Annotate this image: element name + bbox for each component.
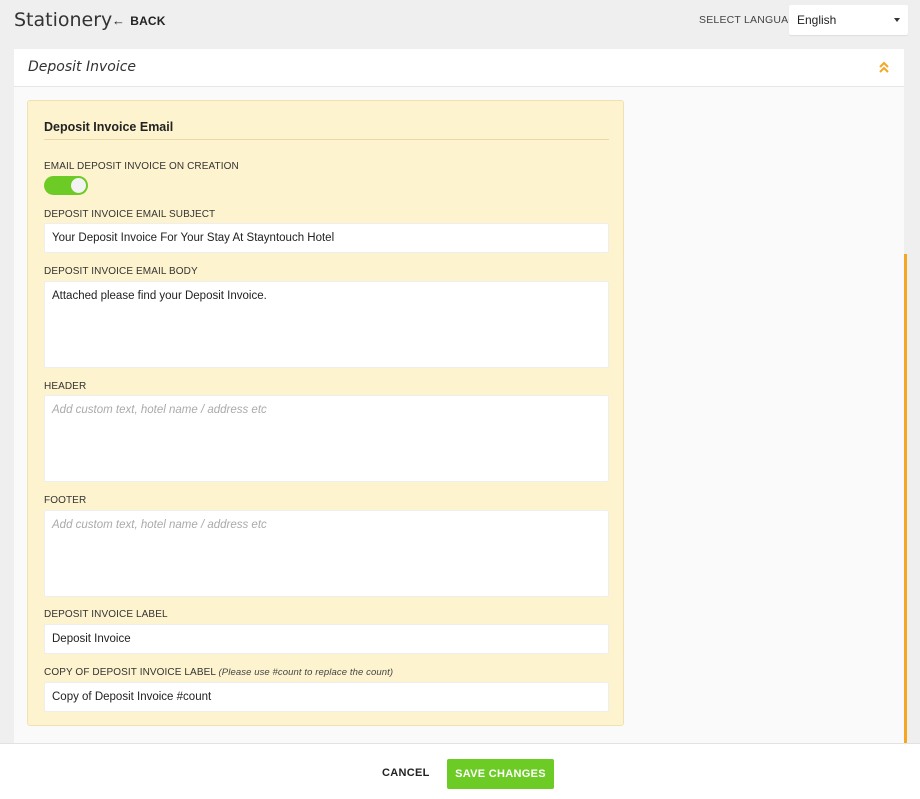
toggle-knob — [71, 178, 86, 193]
footer-textarea[interactable]: Add custom text, hotel name / address et… — [44, 510, 609, 597]
save-changes-button[interactable]: SAVE CHANGES — [447, 759, 554, 789]
email-on-creation-label: EMAIL DEPOSIT INVOICE ON CREATION — [44, 161, 239, 172]
arrow-left-icon: ← — [112, 13, 126, 28]
footer-bar: CANCEL SAVE CHANGES — [0, 743, 920, 799]
scrollbar[interactable] — [904, 254, 907, 743]
email-on-creation-toggle[interactable] — [44, 176, 88, 195]
header-label: HEADER — [44, 381, 87, 392]
back-label: BACK — [130, 14, 166, 28]
email-subject-label: DEPOSIT INVOICE EMAIL SUBJECT — [44, 209, 216, 220]
copy-label-hint: (Please use #count to replace the count) — [218, 667, 394, 678]
language-select[interactable]: English — [789, 5, 908, 35]
divider — [44, 139, 609, 140]
invoice-label-label: DEPOSIT INVOICE LABEL — [44, 609, 168, 620]
section-title: Deposit Invoice — [28, 59, 137, 75]
header-textarea[interactable]: Add custom text, hotel name / address et… — [44, 395, 609, 482]
section-header[interactable]: Deposit Invoice — [14, 49, 904, 87]
back-button[interactable]: ← BACK — [112, 14, 166, 28]
footer-label: FOOTER — [44, 495, 87, 506]
copy-label-input[interactable]: Copy of Deposit Invoice #count — [44, 682, 609, 712]
card-title: Deposit Invoice Email — [44, 120, 174, 134]
caret-down-icon — [894, 18, 900, 22]
double-chevron-up-icon[interactable] — [878, 61, 890, 73]
top-bar: Stationery ← BACK SELECT LANGUAGE Englis… — [0, 0, 920, 42]
language-value: English — [797, 13, 837, 27]
main-panel: Deposit Invoice Deposit Invoice Email EM… — [14, 49, 904, 743]
copy-label-text: COPY OF DEPOSIT INVOICE LABEL — [44, 667, 216, 678]
copy-label-label: COPY OF DEPOSIT INVOICE LABEL (Please us… — [44, 667, 393, 678]
page-title: Stationery — [14, 9, 113, 31]
email-body-label: DEPOSIT INVOICE EMAIL BODY — [44, 266, 198, 277]
email-subject-input[interactable]: Your Deposit Invoice For Your Stay At St… — [44, 223, 609, 253]
email-body-textarea[interactable]: Attached please find your Deposit Invoic… — [44, 281, 609, 368]
cancel-button[interactable]: CANCEL — [382, 767, 430, 779]
invoice-label-input[interactable]: Deposit Invoice — [44, 624, 609, 654]
deposit-invoice-email-card: Deposit Invoice Email EMAIL DEPOSIT INVO… — [27, 100, 624, 726]
